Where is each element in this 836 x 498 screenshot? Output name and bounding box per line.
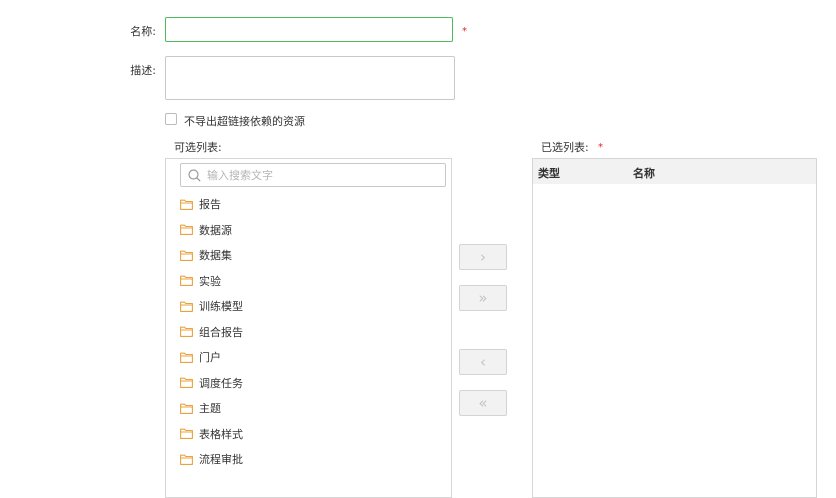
search-input[interactable] — [207, 166, 437, 184]
tree-item-label: 实验 — [199, 274, 221, 288]
tree-item-label: 数据集 — [199, 249, 232, 262]
remove-all-button[interactable]: « — [459, 390, 507, 416]
name-required-mark: * — [462, 26, 467, 37]
name-label: 名称: — [130, 25, 156, 38]
search-box — [180, 163, 446, 187]
add-all-button[interactable]: » — [459, 285, 507, 311]
folder-icon — [180, 403, 193, 414]
tree-item-label: 训练模型 — [199, 300, 243, 313]
selected-list-panel: 类型 名称 — [532, 158, 817, 498]
tree-item[interactable]: 组合报告 — [180, 323, 243, 341]
tree-item[interactable]: 实验 — [180, 272, 221, 290]
name-input[interactable] — [165, 17, 453, 42]
tree-item-label: 表格样式 — [199, 427, 243, 441]
selected-list-header: 类型 名称 — [533, 159, 816, 184]
folder-icon — [180, 326, 193, 337]
folder-icon — [180, 275, 193, 286]
tree-item-label: 调度任务 — [199, 376, 243, 390]
no-export-hyperlink-checkbox[interactable] — [165, 113, 177, 125]
column-name-header[interactable]: 名称 — [633, 165, 655, 181]
description-label: 描述: — [130, 64, 156, 77]
no-export-hyperlink-label: 不导出超链接依赖的资源 — [184, 115, 305, 128]
available-list-title: 可选列表: — [174, 141, 222, 154]
add-selected-button[interactable]: › — [459, 244, 507, 270]
folder-icon — [180, 428, 193, 439]
tree-item-label: 流程审批 — [199, 453, 243, 466]
tree-item[interactable]: 流程审批 — [180, 450, 243, 468]
folder-icon — [180, 301, 193, 312]
tree-item[interactable]: 数据源 — [180, 221, 232, 239]
tree-item-label: 主题 — [199, 402, 221, 415]
selected-list-title: 已选列表: — [541, 141, 589, 154]
search-icon — [188, 169, 201, 182]
tree-item[interactable]: 表格样式 — [180, 425, 243, 443]
tree-item-label: 组合报告 — [199, 325, 243, 339]
tree-item[interactable]: 调度任务 — [180, 374, 243, 392]
tree-item-label: 门户 — [199, 351, 221, 364]
column-type-header[interactable]: 类型 — [538, 165, 560, 181]
tree-item[interactable]: 数据集 — [180, 246, 232, 264]
folder-icon — [180, 377, 193, 388]
selected-required-mark: * — [598, 142, 603, 153]
tree-item-label: 数据源 — [199, 223, 232, 237]
folder-icon — [180, 454, 193, 465]
tree-item-label: 报告 — [199, 198, 221, 211]
available-list-panel: 报告数据源数据集实验训练模型组合报告门户调度任务主题表格样式流程审批 — [165, 158, 452, 498]
folder-icon — [180, 224, 193, 235]
tree-item[interactable]: 主题 — [180, 399, 221, 417]
tree-item[interactable]: 训练模型 — [180, 297, 243, 315]
tree-item[interactable]: 门户 — [180, 348, 221, 366]
description-textarea[interactable] — [165, 56, 455, 100]
tree-item[interactable]: 报告 — [180, 195, 221, 213]
folder-icon — [180, 352, 193, 363]
folder-icon — [180, 199, 193, 210]
remove-selected-button[interactable]: ‹ — [459, 349, 507, 375]
folder-icon — [180, 250, 193, 261]
